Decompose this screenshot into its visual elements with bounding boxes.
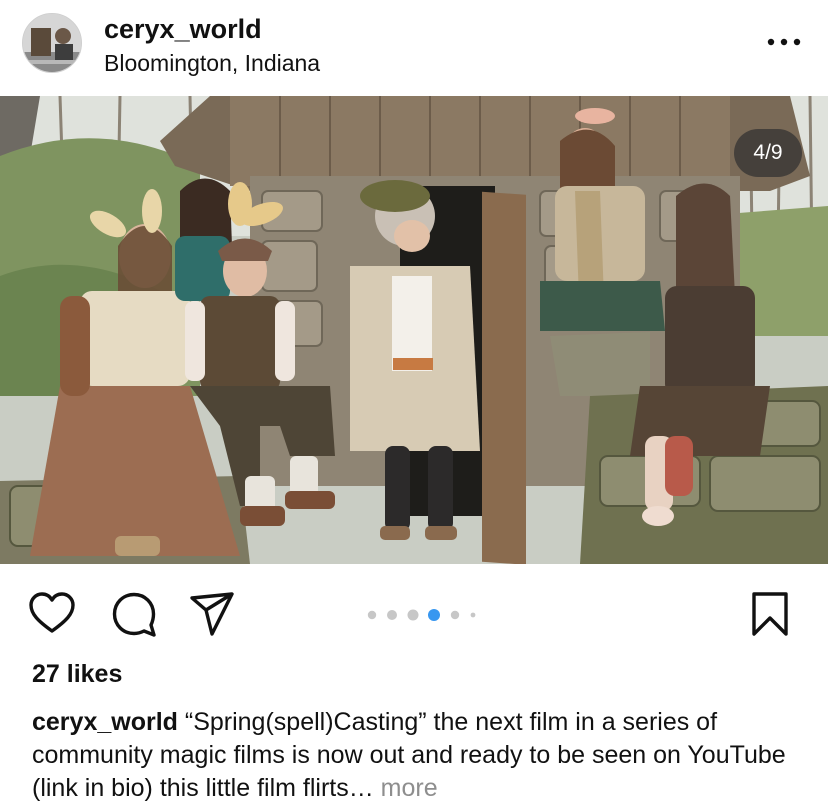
profile-avatar[interactable]: [22, 13, 82, 73]
caption-username[interactable]: ceryx_world: [32, 708, 178, 736]
paper-plane-icon[interactable]: [188, 590, 236, 638]
heart-icon[interactable]: [28, 590, 76, 638]
carousel-page-indicator: 4/9: [734, 129, 802, 177]
caption-more-link[interactable]: more: [374, 774, 438, 802]
ellipsis-icon[interactable]: [764, 30, 804, 54]
post-photo[interactable]: [0, 96, 828, 564]
carousel-dots: [366, 608, 482, 621]
post-header: ceryx_world Bloomington, Indiana: [0, 0, 828, 96]
likes-count[interactable]: 27 likes: [32, 660, 122, 689]
comment-icon[interactable]: [110, 590, 158, 638]
post-action-bar: [0, 564, 828, 660]
post-caption: ceryx_world “Spring(spell)Casting” the n…: [32, 706, 802, 805]
post-author-username[interactable]: ceryx_world: [104, 14, 262, 45]
bookmark-icon[interactable]: [746, 590, 794, 638]
post-location[interactable]: Bloomington, Indiana: [104, 50, 320, 77]
